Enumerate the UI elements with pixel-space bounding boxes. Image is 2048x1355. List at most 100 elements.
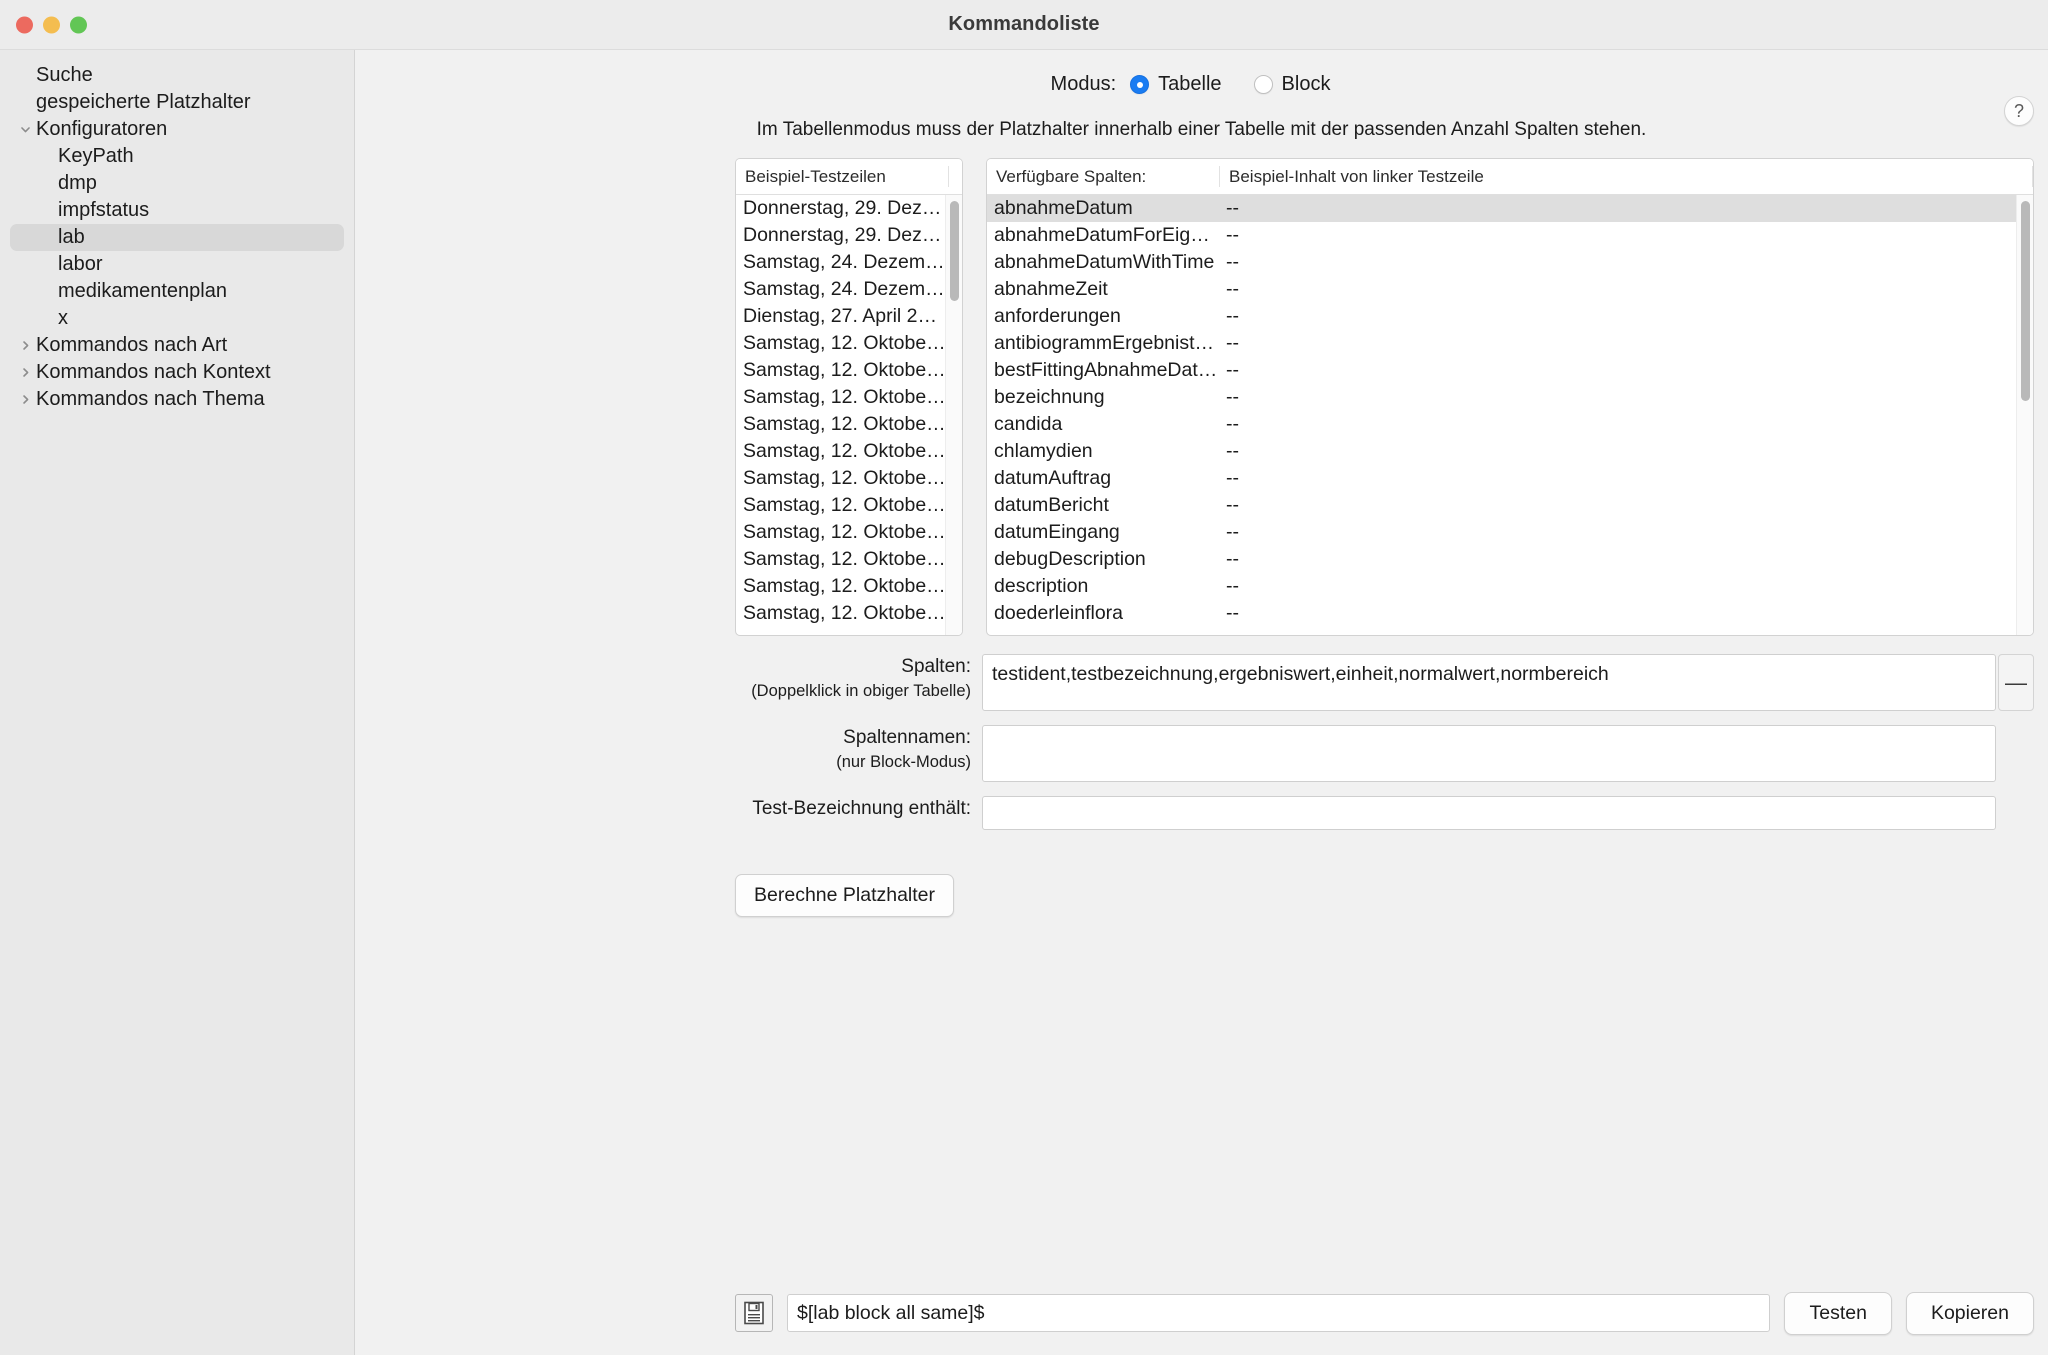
list-item[interactable]: Dienstag, 27. April 2… (736, 303, 962, 330)
table-row[interactable]: description -- (987, 573, 2033, 600)
sidebar-item-label: dmp (58, 172, 97, 194)
available-columns-body[interactable]: abnahmeDatum -- abnahmeDatumForEige… -- … (987, 195, 2033, 635)
sidebar: Suche gespeicherte Platzhalter Konfigura… (0, 50, 355, 1355)
command-input[interactable]: $[lab block all same]$ (787, 1294, 1771, 1332)
sidebar-item-gespeicherte-platzhalter[interactable]: gespeicherte Platzhalter (10, 89, 344, 116)
sidebar-item-impfstatus[interactable]: impfstatus (10, 197, 344, 224)
list-item[interactable]: Donnerstag, 29. Dez… (736, 195, 962, 222)
table-row[interactable]: bezeichnung -- (987, 384, 2033, 411)
chevron-right-icon[interactable] (14, 339, 36, 352)
table-row[interactable]: datumBericht -- (987, 492, 2033, 519)
table-row[interactable]: abnahmeDatumForEige… -- (987, 222, 2033, 249)
radio-tabelle[interactable]: Tabelle (1130, 73, 1243, 96)
app-window: Kommandoliste Suche gespeicherte Platzha… (0, 0, 2048, 1355)
sample-rows-table[interactable]: Beispiel-Testzeilen Donnerstag, 29. Dez…… (735, 158, 963, 636)
table-row[interactable]: candida -- (987, 411, 2033, 438)
table-row[interactable]: debugDescription -- (987, 546, 2033, 573)
chevron-down-icon[interactable] (14, 123, 36, 136)
list-item[interactable]: Samstag, 12. Oktobe… (736, 411, 962, 438)
test-bezeichnung-input[interactable] (982, 796, 1996, 830)
column-sample-value: -- (1226, 359, 1239, 381)
sidebar-item-label: impfstatus (58, 199, 150, 221)
sidebar-item-dmp[interactable]: dmp (10, 170, 344, 197)
available-columns-table[interactable]: Verfügbare Spalten: Beispiel-Inhalt von … (986, 158, 2034, 636)
spalten-input[interactable]: testident,testbezeichnung,ergebniswert,e… (982, 654, 1996, 711)
radio-button-icon[interactable] (1253, 75, 1273, 94)
sample-rows-scrollbar-thumb[interactable] (950, 201, 959, 301)
window-body: Suche gespeicherte Platzhalter Konfigura… (0, 50, 2048, 1355)
table-row[interactable]: antibiogrammErgebnist… -- (987, 330, 2033, 357)
column-sample-value: -- (1226, 548, 1239, 570)
sample-rows-body[interactable]: Donnerstag, 29. Dez… Donnerstag, 29. Dez… (736, 195, 962, 635)
list-item[interactable]: Samstag, 24. Dezem… (736, 276, 962, 303)
list-item[interactable]: Samstag, 12. Oktobe… (736, 438, 962, 465)
available-columns-scrollbar-track[interactable] (2016, 195, 2033, 635)
sidebar-item-kommandos-nach-kontext[interactable]: Kommandos nach Kontext (10, 359, 344, 386)
sidebar-item-labor[interactable]: labor (10, 251, 344, 278)
help-button[interactable]: ? (2004, 96, 2034, 126)
list-item[interactable]: Samstag, 12. Oktobe… (736, 330, 962, 357)
berechne-platzhalter-button[interactable]: Berechne Platzhalter (735, 874, 955, 917)
sidebar-item-lab[interactable]: lab (10, 224, 344, 251)
list-item[interactable]: Samstag, 12. Oktobe… (736, 546, 962, 573)
maximize-button[interactable] (70, 16, 87, 33)
column-header-beispiel-testzeilen[interactable]: Beispiel-Testzeilen (736, 167, 948, 187)
column-header-beispiel-inhalt[interactable]: Beispiel-Inhalt von linker Testzeile (1220, 167, 2032, 187)
spaltennamen-input[interactable] (982, 725, 1996, 782)
list-item[interactable]: Samstag, 12. Oktobe… (736, 519, 962, 546)
sidebar-item-label: KeyPath (58, 145, 134, 167)
sidebar-item-konfiguratoren[interactable]: Konfiguratoren (10, 116, 344, 143)
column-header-verfuegbare-spalten[interactable]: Verfügbare Spalten: (987, 167, 1219, 187)
mode-label: Modus: (1050, 73, 1117, 95)
kopieren-button[interactable]: Kopieren (1905, 1291, 2034, 1335)
sidebar-item-kommandos-nach-thema[interactable]: Kommandos nach Thema (10, 386, 344, 413)
minimize-button[interactable] (43, 16, 60, 33)
field-row-test-bezeichnung: Test-Bezeichnung enthält: (355, 796, 2034, 830)
chevron-right-icon[interactable] (14, 366, 36, 379)
radio-button-icon[interactable] (1130, 75, 1150, 94)
sidebar-item-suche[interactable]: Suche (10, 62, 344, 89)
mode-hint-text: Im Tabellenmodus muss der Platzhalter in… (756, 119, 1647, 140)
table-row[interactable]: abnahmeZeit -- (987, 276, 2033, 303)
sidebar-item-x[interactable]: x (10, 305, 344, 332)
remove-column-button[interactable]: — (1998, 654, 2034, 711)
column-name: doederleinflora (994, 602, 1124, 624)
radio-block[interactable]: Block (1253, 73, 1353, 96)
chevron-right-icon[interactable] (14, 393, 36, 406)
table-row[interactable]: chlamydien -- (987, 438, 2033, 465)
table-row[interactable]: datumAuftrag -- (987, 465, 2033, 492)
field-row-spaltennamen: Spaltennamen: (nur Block-Modus) (355, 725, 2034, 782)
list-item[interactable]: Samstag, 12. Oktobe… (736, 573, 962, 600)
save-disk-icon[interactable] (735, 1294, 773, 1332)
sidebar-item-medikamentenplan[interactable]: medikamentenplan (10, 278, 344, 305)
column-sample-value: -- (1226, 602, 1239, 624)
close-button[interactable] (16, 16, 33, 33)
list-item[interactable]: Donnerstag, 29. Dez… (736, 222, 962, 249)
list-item[interactable]: Samstag, 12. Oktobe… (736, 600, 962, 627)
table-row[interactable]: bestFittingAbnahmeDat… -- (987, 357, 2033, 384)
list-item[interactable]: Samstag, 12. Oktobe… (736, 357, 962, 384)
table-row[interactable]: anforderungen -- (987, 303, 2033, 330)
sidebar-item-label: Kommandos nach Kontext (36, 361, 271, 383)
table-row[interactable]: doederleinflora -- (987, 600, 2033, 627)
spalten-sublabel: (Doppelklick in obiger Tabelle) (751, 682, 971, 700)
table-row[interactable]: datumEingang -- (987, 519, 2033, 546)
sample-rows-header: Beispiel-Testzeilen (736, 159, 962, 195)
spaltennamen-label-group: Spaltennamen: (nur Block-Modus) (355, 725, 982, 775)
table-row[interactable]: abnahmeDatum -- (987, 195, 2033, 222)
radio-block-label: Block (1281, 73, 1331, 95)
list-item[interactable]: Samstag, 24. Dezem… (736, 249, 962, 276)
list-item[interactable]: Samstag, 12. Oktobe… (736, 384, 962, 411)
sidebar-item-kommandos-nach-art[interactable]: Kommandos nach Art (10, 332, 344, 359)
testen-button[interactable]: Testen (1784, 1291, 1892, 1335)
list-item[interactable]: Samstag, 12. Oktobe… (736, 492, 962, 519)
sidebar-item-label: labor (58, 253, 103, 275)
table-row[interactable]: abnahmeDatumWithTime -- (987, 249, 2033, 276)
sidebar-item-keypath[interactable]: KeyPath (10, 143, 344, 170)
available-columns-scrollbar-thumb[interactable] (2021, 201, 2030, 401)
column-name: abnahmeDatum (994, 197, 1133, 219)
list-item[interactable]: Samstag, 12. Oktobe… (736, 465, 962, 492)
sample-rows-scrollbar-track[interactable] (945, 195, 962, 635)
column-name: abnahmeDatumForEige… (994, 224, 1221, 246)
column-name: datumEingang (994, 521, 1120, 543)
